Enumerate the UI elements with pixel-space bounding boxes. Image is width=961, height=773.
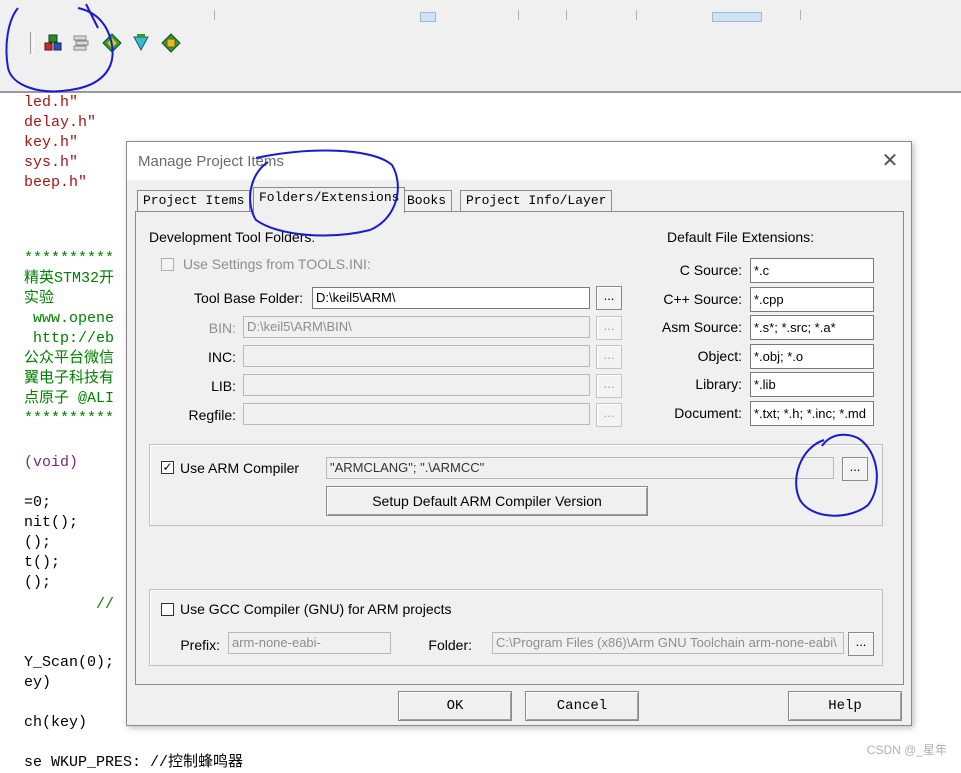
code-line: se WKUP_PRES: //控制蜂鸣器: [24, 754, 244, 771]
default-extensions-heading: Default File Extensions:: [667, 229, 815, 245]
code-line: **********: [24, 410, 115, 427]
help-button[interactable]: Help: [788, 691, 902, 721]
inc-field[interactable]: [243, 345, 590, 367]
setup-default-compiler-button[interactable]: Setup Default ARM Compiler Version: [326, 486, 648, 516]
bin-label: BIN:: [208, 320, 236, 336]
manage-components-icon[interactable]: [43, 33, 63, 53]
use-gcc-compiler-label: Use GCC Compiler (GNU) for ARM projects: [180, 601, 452, 617]
dialog-titlebar: Manage Project Items ✕: [127, 142, 911, 180]
lib-field[interactable]: [243, 374, 590, 396]
load-icon[interactable]: [71, 33, 91, 53]
code-line: www.opene: [24, 310, 115, 327]
arm-compiler-browse-button[interactable]: ...: [842, 457, 868, 481]
prefix-label: Prefix:: [180, 637, 220, 653]
code-line: http://eb: [24, 330, 115, 347]
code-line: delay.h": [24, 114, 97, 131]
pack-installer-icon[interactable]: [102, 33, 122, 53]
use-gcc-compiler-checkbox[interactable]: [161, 603, 174, 616]
toolbar-chip: [420, 12, 436, 22]
tab-folders-extensions[interactable]: Folders/Extensions: [253, 187, 406, 213]
code-line: Y_Scan(0);: [24, 654, 115, 671]
inc-browse-button[interactable]: ...: [596, 345, 622, 369]
code-line: ey): [24, 674, 52, 691]
use-settings-checkbox[interactable]: [161, 258, 174, 271]
code-line: 精英STM32开: [24, 270, 115, 287]
tab-project-info-layer[interactable]: Project Info/Layer: [460, 190, 613, 211]
code-line: nit();: [24, 514, 79, 531]
code-line: 翼电子科技有: [24, 370, 115, 387]
divider: [636, 10, 637, 20]
regfile-field[interactable]: [243, 403, 590, 425]
extension-label: Library:: [695, 376, 742, 392]
bin-field[interactable]: D:\keil5\ARM\BIN\: [243, 316, 590, 338]
code-line: ();: [24, 534, 52, 551]
bin-browse-button[interactable]: ...: [596, 316, 622, 340]
code-line: sys.h": [24, 154, 79, 171]
inc-label: INC:: [208, 349, 236, 365]
ide-menu-strip: [0, 0, 961, 26]
ok-button[interactable]: OK: [398, 691, 512, 721]
use-arm-compiler-checkbox[interactable]: ✓: [161, 461, 174, 474]
divider: [566, 10, 567, 20]
toolbar-chip: [712, 12, 762, 22]
select-packs-icon[interactable]: [131, 33, 151, 53]
watermark: CSDN @_星年: [866, 743, 947, 757]
extension-field[interactable]: *.obj; *.o: [750, 344, 874, 369]
extension-label: C++ Source:: [663, 291, 742, 307]
extension-field[interactable]: *.s*; *.src; *.a*: [750, 315, 874, 340]
tab-project-items[interactable]: Project Items: [137, 190, 251, 211]
use-arm-compiler-label: Use ARM Compiler: [180, 460, 300, 476]
manage-project-items-dialog: Manage Project Items ✕ Project Items Fol…: [126, 141, 912, 726]
lib-label: LIB:: [211, 378, 236, 394]
code-line: =0;: [24, 494, 52, 511]
code-line: t();: [24, 554, 61, 571]
tab-books[interactable]: Books: [401, 190, 453, 211]
extension-label: C Source:: [679, 262, 742, 278]
extension-label: Object:: [697, 348, 742, 364]
arm-compiler-field[interactable]: "ARMCLANG"; ".\ARMCC": [326, 457, 834, 479]
code-line: (void): [24, 454, 79, 471]
code-line: key.h": [24, 134, 79, 151]
code-line: 公众平台微信: [24, 350, 115, 367]
gcc-folder-browse-button[interactable]: ...: [848, 632, 874, 656]
folder-label: Folder:: [428, 637, 472, 653]
extension-field[interactable]: *.cpp: [750, 287, 874, 312]
dev-tool-folders-heading: Development Tool Folders:: [149, 229, 316, 245]
use-settings-label: Use Settings from TOOLS.INI:: [183, 256, 371, 272]
tool-base-label: Tool Base Folder:: [194, 290, 303, 306]
extension-label: Asm Source:: [661, 319, 742, 335]
extension-field[interactable]: *.lib: [750, 372, 874, 397]
extension-field[interactable]: *.txt; *.h; *.inc; *.md: [750, 401, 874, 426]
divider: [518, 10, 519, 20]
code-line: 实验: [24, 290, 55, 307]
ide-toolbar-gap: [0, 62, 961, 93]
divider: [800, 10, 801, 20]
code-line: 点原子 @ALI: [24, 390, 115, 407]
dialog-title: Manage Project Items: [138, 153, 284, 170]
regfile-browse-button[interactable]: ...: [596, 403, 622, 427]
code-line: //: [24, 596, 115, 613]
code-line: led.h": [24, 94, 79, 111]
extension-field[interactable]: *.c: [750, 258, 874, 283]
extension-label: Document:: [674, 405, 742, 421]
toolbar-separator: [30, 32, 34, 54]
code-line: ();: [24, 574, 52, 591]
prefix-field[interactable]: arm-none-eabi-: [228, 632, 391, 654]
regfile-label: Regfile:: [188, 407, 236, 423]
code-line: ch(key): [24, 714, 88, 731]
ide-toolbar: [0, 26, 961, 62]
lib-browse-button[interactable]: ...: [596, 374, 622, 398]
manage-run-time-env-icon[interactable]: [161, 33, 181, 53]
close-icon[interactable]: ✕: [877, 148, 903, 174]
tool-base-browse-button[interactable]: ...: [596, 286, 622, 310]
tool-base-field[interactable]: D:\keil5\ARM\: [312, 287, 590, 309]
code-line: beep.h": [24, 174, 88, 191]
code-line: **********: [24, 250, 115, 267]
cancel-button[interactable]: Cancel: [525, 691, 639, 721]
divider: [214, 10, 215, 20]
gcc-folder-field[interactable]: C:\Program Files (x86)\Arm GNU Toolchain…: [492, 632, 844, 654]
tab-panel: Development Tool Folders: Use Settings f…: [135, 211, 904, 685]
